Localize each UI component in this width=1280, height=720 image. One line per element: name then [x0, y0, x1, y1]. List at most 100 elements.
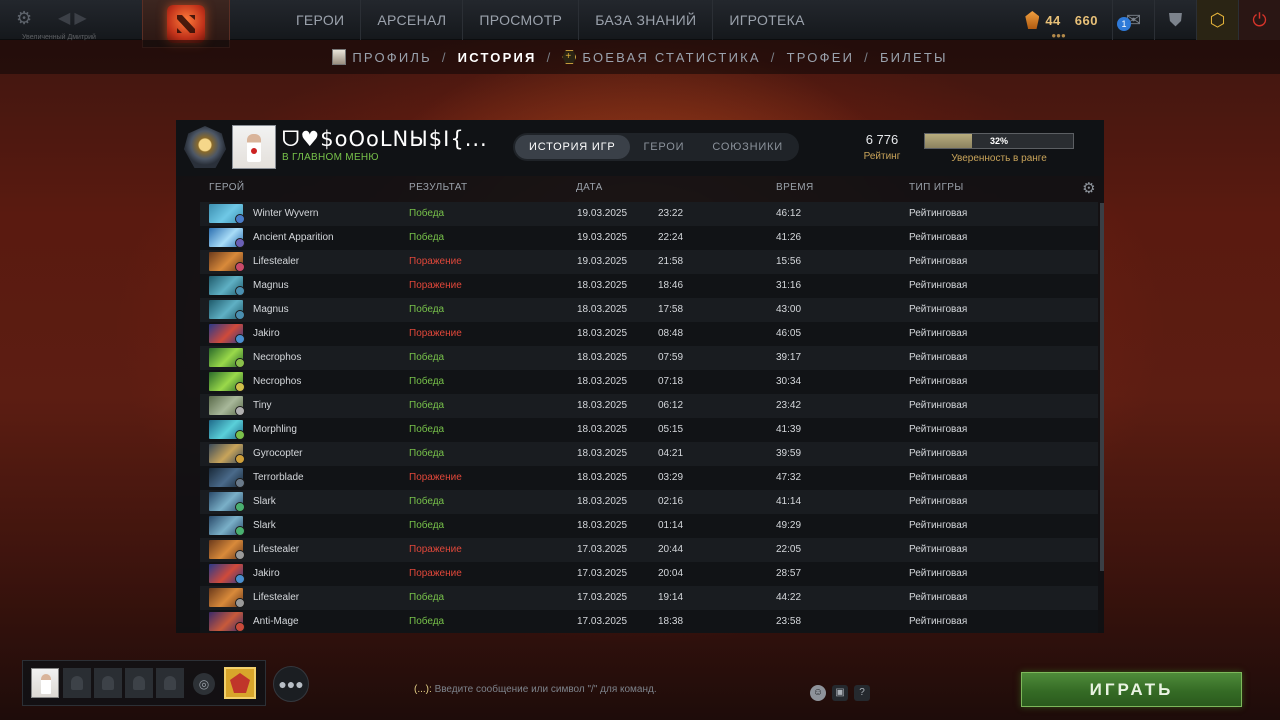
header-date[interactable]: ДАТА: [576, 182, 603, 193]
table-row[interactable]: Necrophos Победа 18.03.2025 07:59 39:17 Рейти…: [200, 346, 1098, 370]
play-button[interactable]: ИГРАТЬ: [1021, 672, 1242, 707]
match-time: 20:44: [658, 544, 684, 555]
dota-logo-icon: [167, 4, 205, 43]
table-row[interactable]: Jakiro Поражение 17.03.2025 20:04 28:57 Рейти…: [200, 562, 1098, 586]
match-duration: 39:17: [776, 352, 802, 363]
header-result[interactable]: РЕЗУЛЬТАТ: [409, 182, 468, 193]
dota-plus-button[interactable]: ⬡: [1196, 0, 1238, 40]
match-duration: 30:34: [776, 376, 802, 387]
match-time: 20:04: [658, 568, 684, 579]
match-history-panel: ᗜ♥$oOoLNЫ$I{... В ГЛАВНОМ МЕНЮ ИСТОРИЯ И…: [176, 120, 1104, 633]
table-row[interactable]: Morphling Победа 18.03.2025 05:15 41:39 Рейти…: [200, 418, 1098, 442]
friends-button[interactable]: ●●●: [273, 666, 309, 702]
table-row[interactable]: Slark Победа 18.03.2025 01:14 49:29 Рейтингов…: [200, 514, 1098, 538]
table-row[interactable]: Slark Победа 18.03.2025 02:16 41:14 Рейтингов…: [200, 490, 1098, 514]
subnav-stats[interactable]: + БОЕВАЯ СТАТИСТИКА: [562, 50, 760, 65]
nav-arcade[interactable]: ИГРОТЕКА: [713, 0, 820, 40]
subnav-separator: /: [770, 49, 777, 65]
exit-button[interactable]: ⏻: [1238, 0, 1280, 40]
table-settings-gear-icon[interactable]: ⚙: [1082, 179, 1096, 197]
table-row[interactable]: Magnus Победа 18.03.2025 17:58 43:00 Рейтинго…: [200, 298, 1098, 322]
chat-wheel-icon[interactable]: ▣: [832, 685, 848, 701]
party-slot-empty[interactable]: [63, 668, 91, 698]
match-duration: 23:58: [776, 616, 802, 627]
hero-name: Slark: [253, 520, 276, 531]
match-time: 23:22: [658, 208, 684, 219]
table-row[interactable]: Magnus Поражение 18.03.2025 18:46 31:16 Рейти…: [200, 274, 1098, 298]
table-row[interactable]: Tiny Победа 18.03.2025 06:12 23:42 Рейтингова…: [200, 394, 1098, 418]
subnav-profile[interactable]: ПРОФИЛЬ: [332, 49, 432, 65]
subnav-history[interactable]: ИСТОРИЯ: [458, 50, 537, 65]
party-slot-empty[interactable]: [125, 668, 153, 698]
match-date: 17.03.2025: [577, 592, 628, 603]
tab-heroes[interactable]: ГЕРОИ: [630, 135, 699, 159]
table-row[interactable]: Winter Wyvern Победа 19.03.2025 23:22 46:12 Р…: [200, 202, 1098, 226]
emoji-icon[interactable]: ☺: [810, 685, 826, 701]
table-row[interactable]: Lifestealer Поражение 17.03.2025 20:44 22:05…: [200, 538, 1098, 562]
match-date: 18.03.2025: [577, 472, 628, 483]
tab-match-history[interactable]: ИСТОРИЯ ИГР: [515, 135, 630, 159]
favorite-hero-button[interactable]: [224, 667, 256, 699]
forward-arrow-icon[interactable]: ▶: [74, 8, 86, 28]
role-badge-icon: [235, 238, 245, 248]
nav-armory[interactable]: АРСЕНАЛ: [361, 0, 464, 40]
scrollbar[interactable]: [1100, 203, 1104, 571]
match-duration: 43:00: [776, 304, 802, 315]
notifications-button[interactable]: ✉ 1: [1112, 0, 1154, 40]
header-duration[interactable]: ВРЕМЯ: [776, 182, 814, 193]
chat-channel-prefix: (...):: [414, 684, 432, 695]
role-badge-icon: [235, 334, 245, 344]
role-badge-icon: [235, 454, 245, 464]
table-row[interactable]: Lifestealer Победа 17.03.2025 19:14 44:22 Рей…: [200, 586, 1098, 610]
table-row[interactable]: Ancient Apparition Победа 19.03.2025 22:24 4…: [200, 226, 1098, 250]
top-right-controls: 44 660 ●●● ✉ 1 ⛊ ⬡ ⏻: [1025, 0, 1280, 40]
tab-allies[interactable]: СОЮЗНИКИ: [698, 135, 797, 159]
voice-headset-icon[interactable]: ◎: [193, 673, 215, 695]
party-slot-empty[interactable]: [156, 668, 184, 698]
header-hero[interactable]: ГЕРОЙ: [209, 182, 245, 193]
match-time: 02:16: [658, 496, 684, 507]
nav-learn[interactable]: БАЗА ЗНАНИЙ: [579, 0, 714, 40]
match-time: 04:21: [658, 448, 684, 459]
currency-dots-icon: ●●●: [1051, 31, 1066, 40]
table-row[interactable]: Lifestealer Поражение 19.03.2025 21:58 15:56…: [200, 250, 1098, 274]
table-row[interactable]: Terrorblade Поражение 18.03.2025 03:29 47:32…: [200, 466, 1098, 490]
match-result: Победа: [409, 496, 445, 507]
nav-watch[interactable]: ПРОСМОТР: [463, 0, 580, 40]
table-row[interactable]: Jakiro Поражение 18.03.2025 08:48 46:05 Рейти…: [200, 322, 1098, 346]
party-slot-empty[interactable]: [94, 668, 122, 698]
inventory-button[interactable]: ⛊: [1154, 0, 1196, 40]
power-icon: ⏻: [1252, 9, 1267, 30]
role-badge-icon: [235, 502, 245, 512]
match-result: Победа: [409, 352, 445, 363]
game-mode: Рейтинговая: [909, 352, 968, 363]
currency-display[interactable]: 44 660 ●●●: [1025, 11, 1098, 40]
help-icon[interactable]: ?: [854, 685, 870, 701]
match-time: 21:58: [658, 256, 684, 267]
table-row[interactable]: Gyrocopter Победа 18.03.2025 04:21 39:59 Рейт…: [200, 442, 1098, 466]
rank-medal-icon[interactable]: [184, 126, 226, 168]
history-arrows: ◀ ▶: [58, 8, 87, 28]
back-arrow-icon[interactable]: ◀: [58, 8, 70, 28]
chat-input[interactable]: Введите сообщение или символ "/" для ком…: [435, 684, 657, 695]
nav-heroes[interactable]: ГЕРОИ: [280, 0, 362, 40]
rating-block: 6 776 Рейтинг: [852, 132, 912, 162]
match-duration: 41:26: [776, 232, 802, 243]
match-duration: 28:57: [776, 568, 802, 579]
header-mode[interactable]: ТИП ИГРЫ: [909, 182, 964, 193]
match-result: Поражение: [409, 256, 462, 267]
game-mode: Рейтинговая: [909, 280, 968, 291]
match-date: 18.03.2025: [577, 424, 628, 435]
settings-gear-icon[interactable]: ⚙: [16, 8, 36, 28]
match-duration: 44:22: [776, 592, 802, 603]
subnav-trophies[interactable]: ТРОФЕИ: [787, 50, 855, 65]
game-mode: Рейтинговая: [909, 424, 968, 435]
chat-bar[interactable]: (...): Введите сообщение или символ "/" …: [414, 684, 874, 704]
subnav-tickets[interactable]: БИЛЕТЫ: [880, 50, 948, 65]
person-icon: [102, 676, 114, 690]
table-row[interactable]: Anti-Mage Победа 17.03.2025 18:38 23:58 Рейти…: [200, 610, 1098, 633]
table-row[interactable]: Necrophos Победа 18.03.2025 07:18 30:34 Рейти…: [200, 370, 1098, 394]
match-duration: 22:05: [776, 544, 802, 555]
party-slot-self[interactable]: [31, 668, 59, 698]
avatar[interactable]: [232, 125, 276, 169]
